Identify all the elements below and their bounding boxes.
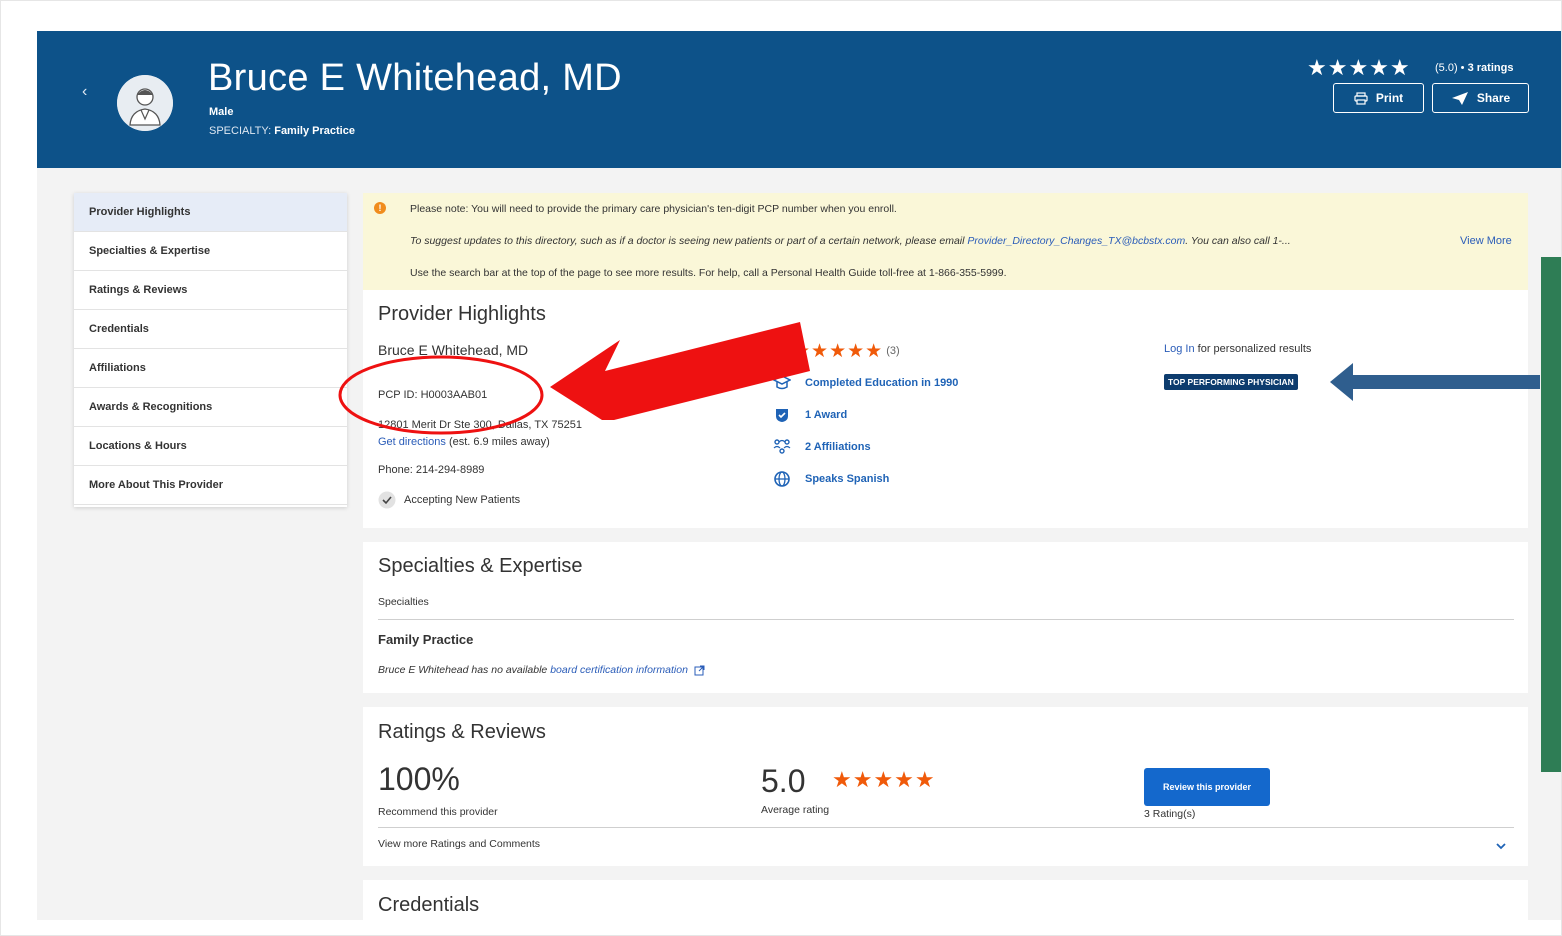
- sidebar-item-affiliations[interactable]: Affiliations: [74, 349, 347, 388]
- send-icon: [1451, 91, 1468, 105]
- specialties-title: Specialties & Expertise: [378, 555, 583, 577]
- notice-line-2-prefix: To suggest updates to this directory, su…: [410, 235, 965, 247]
- award-label: 1 Award: [805, 409, 848, 421]
- notice-line-2-suffix: . You can also call 1-...: [1185, 235, 1291, 247]
- average-rating-value: 5.0: [761, 763, 806, 799]
- notice-line-2: To suggest updates to this directory, su…: [410, 235, 1291, 247]
- provider-header: ‹ Bruce E Whitehead, MD Male SPECIALTY: …: [37, 31, 1562, 168]
- external-link-icon: [694, 665, 705, 676]
- warning-icon: !: [374, 202, 386, 214]
- review-provider-button[interactable]: Review this provider: [1144, 768, 1270, 806]
- ratings-count: 3 Rating(s): [1144, 808, 1196, 820]
- ratings-card: Ratings & Reviews 100% Recommend this pr…: [363, 707, 1528, 866]
- office-address: 12801 Merit Dr Ste 300, Dallas, TX 75251: [378, 419, 583, 431]
- top-performing-badge: TOP PERFORMING PHYSICIAN: [1164, 374, 1298, 390]
- get-directions-link[interactable]: Get directions: [378, 436, 446, 448]
- specialty-family-practice: Family Practice: [378, 632, 474, 647]
- globe-icon: [773, 470, 791, 488]
- provider-specialty-line: SPECIALTY: Family Practice: [209, 125, 355, 137]
- affiliations-item[interactable]: 2 Affiliations: [773, 438, 871, 456]
- sidebar-item-more-about[interactable]: More About This Provider: [74, 466, 347, 505]
- specialties-card: Specialties & Expertise Specialties Fami…: [363, 542, 1528, 693]
- phone-number: Phone: 214-294-8989: [378, 464, 485, 476]
- highlights-rating-count: (3): [886, 345, 900, 357]
- average-rating-stars: ★★★★★: [832, 767, 936, 792]
- recommend-label: Recommend this provider: [378, 806, 498, 818]
- ratings-divider: [378, 827, 1514, 828]
- education-label: Completed Education in 1990: [805, 377, 959, 389]
- language-item[interactable]: Speaks Spanish: [773, 470, 889, 488]
- specialties-divider: [378, 619, 1514, 620]
- login-suffix: for personalized results: [1197, 343, 1312, 355]
- section-nav-sidebar: Provider Highlights Specialties & Expert…: [74, 193, 347, 507]
- header-rating-summary: (5.0) • 3 ratings: [1435, 62, 1513, 74]
- directory-email-link[interactable]: Provider_Directory_Changes_TX@bcbstx.com: [967, 235, 1185, 247]
- notice-line-3: Use the search bar at the top of the pag…: [410, 267, 1007, 279]
- board-certification-note: Bruce E Whitehead has no available board…: [378, 664, 705, 676]
- header-star-rating: ★★★★★: [1307, 55, 1411, 80]
- highlights-stars: ★★★★★: [793, 341, 884, 362]
- sidebar-item-awards[interactable]: Awards & Recognitions: [74, 388, 347, 427]
- back-chevron-icon[interactable]: ‹: [82, 83, 87, 101]
- sidebar-item-provider-highlights[interactable]: Provider Highlights: [74, 193, 347, 232]
- printer-icon: [1354, 91, 1368, 105]
- language-label: Speaks Spanish: [805, 473, 890, 485]
- ratings-title: Ratings & Reviews: [378, 721, 546, 743]
- education-item[interactable]: Completed Education in 1990: [773, 374, 958, 392]
- enrollment-notice: ! Please note: You will need to provide …: [363, 193, 1528, 290]
- share-label: Share: [1476, 91, 1511, 105]
- people-network-icon: [773, 438, 791, 456]
- header-rating-value: (5.0) •: [1435, 62, 1465, 74]
- credentials-title: Credentials: [378, 894, 480, 916]
- average-rating-label: Average rating: [761, 804, 830, 816]
- highlights-provider-name: Bruce E Whitehead, MD: [378, 342, 529, 358]
- notice-line-1: Please note: You will need to provide th…: [410, 203, 897, 215]
- award-shield-icon: [773, 406, 791, 424]
- affiliations-label: 2 Affiliations: [805, 441, 871, 453]
- specialty-value: Family Practice: [274, 125, 355, 137]
- view-more-ratings-link[interactable]: View more Ratings and Comments: [378, 838, 540, 850]
- pcp-id: PCP ID: H0003AAB01: [378, 389, 488, 401]
- provider-gender: Male: [209, 106, 234, 118]
- share-button[interactable]: Share: [1432, 83, 1529, 113]
- browser-viewport: ‹ Bruce E Whitehead, MD Male SPECIALTY: …: [37, 31, 1562, 920]
- chevron-down-icon[interactable]: [1495, 838, 1507, 850]
- specialty-label: SPECIALTY:: [209, 125, 272, 137]
- check-circle-icon: [378, 491, 396, 509]
- sidebar-item-specialties[interactable]: Specialties & Expertise: [74, 232, 347, 271]
- directions-line: Get directions (est. 6.9 miles away): [378, 436, 550, 448]
- award-item[interactable]: 1 Award: [773, 406, 847, 424]
- print-label: Print: [1375, 91, 1404, 105]
- board-certification-link[interactable]: board certification information: [550, 664, 688, 676]
- sidebar-item-credentials[interactable]: Credentials: [74, 310, 347, 349]
- specialties-subheading: Specialties: [378, 596, 429, 608]
- view-more-link[interactable]: View More: [1460, 235, 1512, 247]
- doctor-avatar: [117, 75, 173, 131]
- highlights-title: Provider Highlights: [378, 303, 546, 325]
- login-link[interactable]: Log In: [1164, 343, 1195, 355]
- graduation-cap-icon: [773, 374, 791, 392]
- header-rating-count: 3 ratings: [1467, 62, 1514, 74]
- login-prompt: Log In for personalized results: [1164, 343, 1311, 355]
- directions-distance: (est. 6.9 miles away): [448, 436, 550, 448]
- highlights-rating: ★★★★★ (3): [793, 340, 900, 363]
- provider-highlights-card: Provider Highlights Bruce E Whitehead, M…: [363, 290, 1528, 528]
- accepting-patients: Accepting New Patients: [378, 491, 520, 509]
- accepting-label: Accepting New Patients: [404, 494, 521, 506]
- recommend-percent: 100%: [378, 761, 460, 797]
- credentials-card: Credentials: [363, 880, 1528, 920]
- cert-prefix: Bruce E Whitehead has no available: [378, 664, 548, 676]
- provider-name: Bruce E Whitehead, MD: [208, 57, 622, 99]
- sidebar-item-locations[interactable]: Locations & Hours: [74, 427, 347, 466]
- print-button[interactable]: Print: [1333, 83, 1424, 113]
- sidebar-item-ratings[interactable]: Ratings & Reviews: [74, 271, 347, 310]
